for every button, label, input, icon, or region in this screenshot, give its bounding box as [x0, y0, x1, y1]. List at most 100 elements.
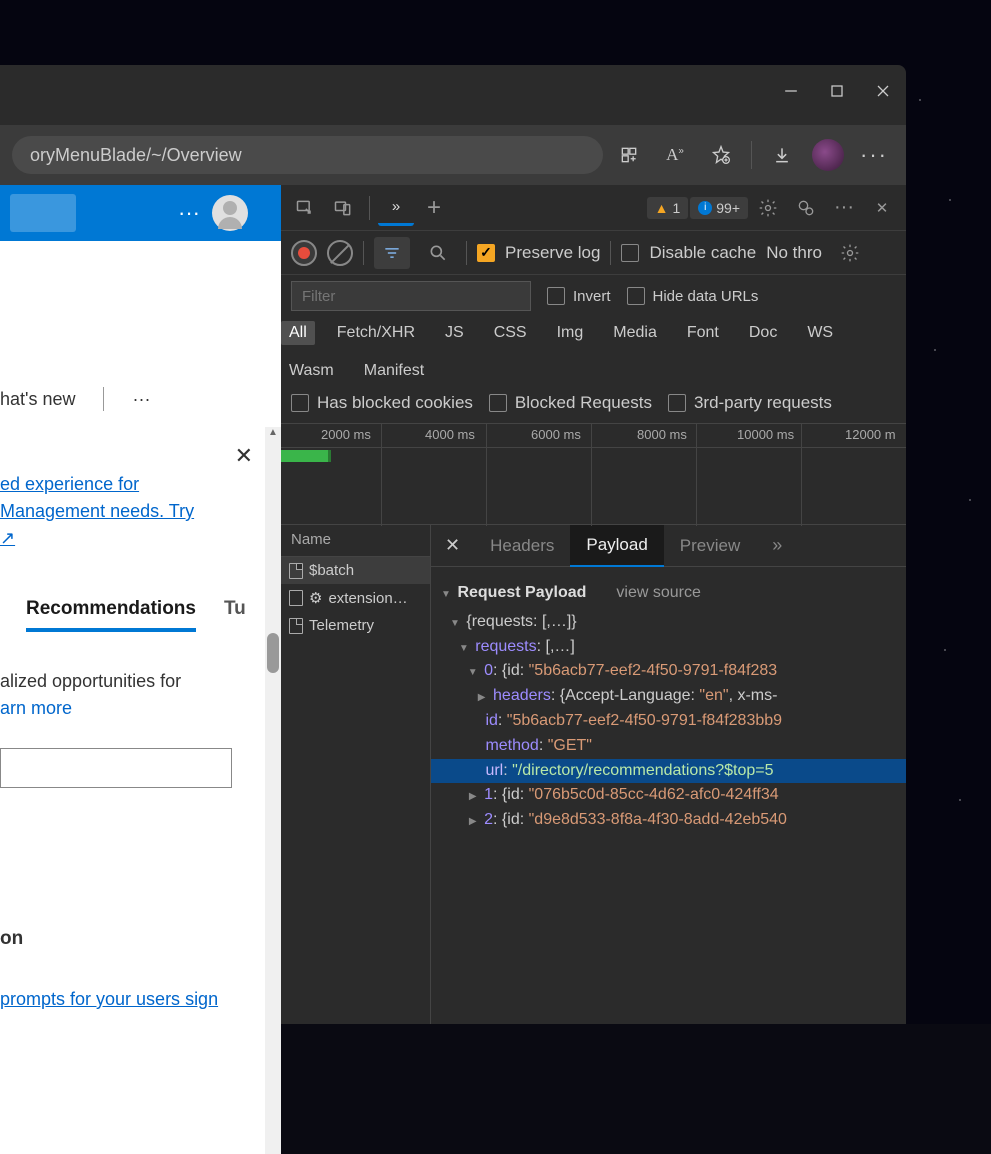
- read-aloud-icon[interactable]: A»: [655, 135, 695, 175]
- section-title: Request Payload: [457, 584, 586, 601]
- type-filter-row: All Fetch/XHR JS CSS Img Media Font Doc …: [281, 317, 906, 387]
- add-tab-icon[interactable]: +: [416, 190, 452, 226]
- payload-line[interactable]: id: "5b6acb77-eef2-4f50-9791-f84f283bb9: [441, 709, 906, 734]
- type-fetch[interactable]: Fetch/XHR: [329, 321, 423, 345]
- section-heading: on: [0, 928, 281, 950]
- downloads-icon[interactable]: [762, 135, 802, 175]
- payload-line[interactable]: 1: {id: "076b5c0d-85cc-4d62-afc0-424ff34: [441, 783, 906, 808]
- payload-line[interactable]: requests: [,…]: [441, 635, 906, 660]
- payload-line-selected[interactable]: url: "/directory/recommendations?$top=5: [431, 759, 906, 784]
- tab-headers[interactable]: Headers: [474, 526, 570, 566]
- detail-close-icon[interactable]: ✕: [431, 535, 474, 556]
- network-settings-icon[interactable]: [832, 235, 868, 271]
- tick: 4000 ms: [425, 427, 475, 442]
- type-font[interactable]: Font: [679, 321, 727, 345]
- device-icon[interactable]: [325, 190, 361, 226]
- info-badge[interactable]: i99+: [690, 197, 748, 219]
- clear-button[interactable]: [327, 240, 353, 266]
- devtools-panel: » + ▲1 i99+ ··· ✕ Preserve log: [281, 185, 906, 1024]
- name-column-header[interactable]: Name: [281, 525, 430, 557]
- favorites-icon[interactable]: [701, 135, 741, 175]
- expand-icon[interactable]: [477, 684, 487, 709]
- expand-icon[interactable]: [468, 783, 478, 808]
- request-batch[interactable]: $batch: [281, 557, 430, 584]
- filter-input[interactable]: [291, 281, 531, 311]
- tab-recommendations[interactable]: Recommendations: [26, 598, 196, 632]
- more-tabs-icon[interactable]: »: [378, 190, 414, 226]
- lower-pane: Name $batch ⚙ extension… Telemetry: [281, 525, 906, 1024]
- blocked-cookies-checkbox[interactable]: [291, 394, 309, 412]
- file-icon: [289, 590, 303, 606]
- type-js[interactable]: JS: [437, 321, 472, 345]
- maximize-button[interactable]: [814, 75, 860, 107]
- request-telemetry[interactable]: Telemetry: [281, 612, 430, 639]
- profile-avatar[interactable]: [808, 135, 848, 175]
- minimize-button[interactable]: [768, 75, 814, 107]
- expand-icon[interactable]: [468, 659, 478, 684]
- dt-close-icon[interactable]: ✕: [864, 190, 900, 226]
- third-party-checkbox[interactable]: [668, 394, 686, 412]
- user-avatar-icon[interactable]: [212, 195, 248, 231]
- search-input[interactable]: [0, 748, 232, 788]
- settings-icon[interactable]: [750, 190, 786, 226]
- type-doc[interactable]: Doc: [741, 321, 785, 345]
- view-source-link[interactable]: view source: [616, 581, 700, 606]
- payload-line[interactable]: method: "GET": [441, 734, 906, 759]
- panel-close-icon[interactable]: ✕: [235, 443, 253, 469]
- throttle-select[interactable]: No thro: [766, 243, 822, 263]
- timeline[interactable]: 2000 ms 4000 ms 6000 ms 8000 ms 10000 ms…: [281, 423, 906, 525]
- warnings-badge[interactable]: ▲1: [647, 197, 689, 219]
- type-css[interactable]: CSS: [486, 321, 535, 345]
- browser-window: oryMenuBlade/~/Overview A» ··· ··· ✕ hat…: [0, 65, 906, 1024]
- tab-payload[interactable]: Payload: [570, 525, 663, 567]
- scroll-thumb[interactable]: [267, 633, 279, 673]
- header-more-icon[interactable]: ···: [178, 200, 200, 226]
- preserve-log-checkbox[interactable]: [477, 244, 495, 262]
- type-manifest[interactable]: Manifest: [356, 359, 432, 383]
- request-extension[interactable]: ⚙ extension…: [281, 584, 430, 612]
- bottom-link[interactable]: prompts for your users sign: [0, 986, 281, 1013]
- learn-more-link[interactable]: arn more: [0, 698, 72, 718]
- payload-line[interactable]: {requests: [,…]}: [441, 610, 906, 635]
- type-ws[interactable]: WS: [799, 321, 841, 345]
- scrollbar[interactable]: ▲: [265, 427, 281, 1154]
- timeline-bar: [281, 450, 331, 462]
- tab-more-icon[interactable]: »: [756, 525, 798, 566]
- close-button[interactable]: [860, 75, 906, 107]
- expand-icon[interactable]: [459, 635, 469, 660]
- inspect-icon[interactable]: [287, 190, 323, 226]
- header-box: [10, 194, 76, 232]
- promo-link[interactable]: ed experience for Management needs. Try …: [0, 471, 281, 552]
- url-bar[interactable]: oryMenuBlade/~/Overview: [12, 136, 603, 174]
- invert-checkbox[interactable]: [547, 287, 565, 305]
- filter-toggle-icon[interactable]: [374, 237, 410, 269]
- tab-preview[interactable]: Preview: [664, 526, 756, 566]
- disable-cache-label: Disable cache: [649, 243, 756, 263]
- expand-icon[interactable]: [441, 581, 451, 606]
- hide-urls-checkbox[interactable]: [627, 287, 645, 305]
- type-all[interactable]: All: [281, 321, 315, 345]
- page-header-bar: ···: [0, 185, 281, 241]
- more-icon[interactable]: ···: [854, 135, 894, 175]
- mini-nav: hat's new ···: [0, 371, 281, 425]
- payload-line[interactable]: headers: {Accept-Language: "en", x-ms-: [441, 684, 906, 709]
- tab-other[interactable]: Tu: [224, 598, 246, 632]
- extensions-icon[interactable]: [609, 135, 649, 175]
- dt-more-icon[interactable]: ···: [826, 190, 862, 226]
- feedback-icon[interactable]: [788, 190, 824, 226]
- record-button[interactable]: [291, 240, 317, 266]
- type-wasm[interactable]: Wasm: [281, 359, 342, 383]
- expand-icon[interactable]: [450, 610, 460, 635]
- disable-cache-checkbox[interactable]: [621, 244, 639, 262]
- payload-line[interactable]: 0: {id: "5b6acb77-eef2-4f50-9791-f84f283: [441, 659, 906, 684]
- type-media[interactable]: Media: [605, 321, 665, 345]
- payload-line[interactable]: 2: {id: "d9e8d533-8f8a-4f30-8add-42eb540: [441, 808, 906, 833]
- page-tabs: Recommendations Tu: [0, 552, 281, 632]
- search-icon[interactable]: [420, 235, 456, 271]
- more-dots-icon[interactable]: ···: [132, 389, 150, 410]
- expand-icon[interactable]: [468, 808, 478, 833]
- type-img[interactable]: Img: [549, 321, 592, 345]
- tick: 6000 ms: [531, 427, 581, 442]
- scroll-up-icon[interactable]: ▲: [265, 427, 281, 443]
- blocked-requests-checkbox[interactable]: [489, 394, 507, 412]
